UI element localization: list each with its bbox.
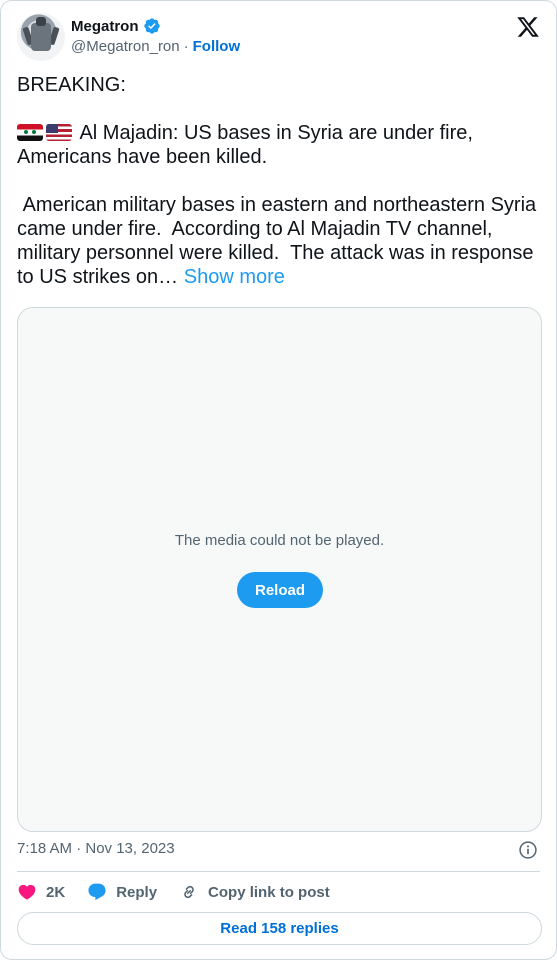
tweet-embed-card: Megatron @Megatron_ron · Follow BREAKING… (0, 0, 557, 960)
reply-button[interactable]: Reply (87, 882, 157, 902)
reply-bubble-icon (88, 883, 106, 901)
media-player[interactable]: The media could not be played. Reload (17, 307, 542, 832)
reload-button[interactable]: Reload (237, 572, 323, 608)
tweet-line-breaking: BREAKING: (17, 74, 126, 96)
us-flag-icon (46, 124, 72, 141)
info-icon[interactable] (518, 840, 538, 860)
tweet-header: Megatron @Megatron_ron · Follow (17, 13, 540, 65)
tweet-text: BREAKING: Al Majadin: US bases in Syria … (17, 73, 542, 289)
follow-button[interactable]: Follow (193, 38, 241, 55)
author-name-row[interactable]: Megatron (71, 17, 161, 35)
author-handle-row: @Megatron_ron · Follow (71, 38, 240, 55)
media-error-message: The media could not be played. (174, 532, 385, 549)
reply-label: Reply (116, 883, 158, 901)
like-button[interactable]: 2K (17, 882, 65, 902)
avatar[interactable] (17, 13, 65, 61)
copy-link-button[interactable]: Copy link to post (179, 882, 330, 902)
read-replies-button[interactable]: Read 158 replies (17, 912, 542, 945)
tweet-line-headline: Al Majadin: US bases in Syria are under … (17, 122, 478, 168)
like-count: 2K (46, 883, 66, 901)
syria-flag-icon (17, 124, 43, 141)
show-more-link[interactable]: Show more (184, 266, 285, 288)
link-icon (184, 885, 194, 899)
verified-badge-icon (143, 18, 160, 34)
copy-link-label: Copy link to post (208, 883, 330, 901)
divider (17, 871, 540, 872)
separator-dot: · (183, 38, 189, 55)
tweet-actions: 2K Reply Copy link to post (17, 879, 330, 905)
heart-icon (18, 884, 36, 900)
tweet-timestamp[interactable]: 7:18 AM · Nov 13, 2023 (17, 840, 175, 857)
x-logo-icon[interactable] (516, 15, 540, 39)
author-display-name[interactable]: Megatron (71, 18, 139, 35)
author-handle[interactable]: @Megatron_ron (71, 38, 180, 55)
